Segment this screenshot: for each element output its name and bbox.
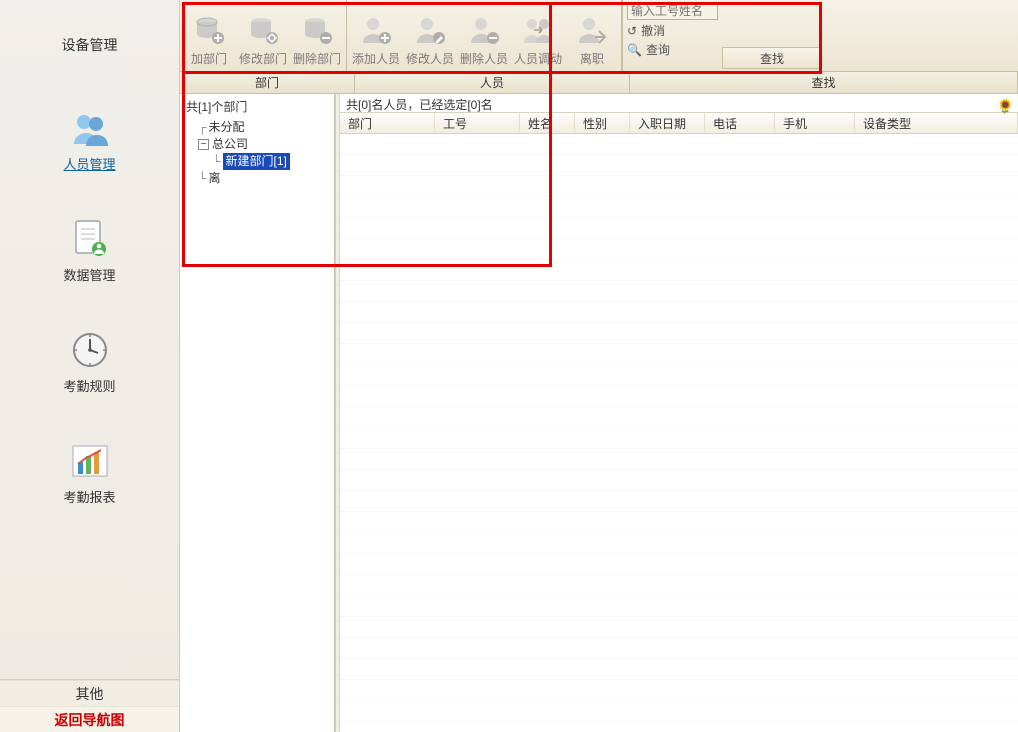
tree-node-leave[interactable]: └离	[184, 170, 330, 187]
add-dept-button[interactable]: 加部门	[182, 2, 236, 71]
query-link[interactable]: 🔍 查询	[627, 41, 718, 58]
sidebar: 设备管理 人员管理	[0, 0, 180, 732]
col-tel[interactable]: 电话	[705, 113, 775, 133]
tree-node-unassigned[interactable]: ┌未分配	[184, 119, 330, 136]
edit-person-button[interactable]: 修改人员	[403, 2, 457, 71]
del-person-button[interactable]: 删除人员	[457, 2, 511, 71]
del-dept-button[interactable]: 删除部门	[290, 2, 344, 71]
toolbar: 加部门 修改部门 删除部门	[180, 0, 1018, 72]
col-hire[interactable]: 入职日期	[630, 113, 705, 133]
tree-caption: 共[1]个部门	[180, 94, 334, 117]
col-empno[interactable]: 工号	[435, 113, 520, 133]
sidebar-header-label: 设备管理	[62, 35, 118, 55]
person-tool-group: 添加人员 修改人员 删除人员	[347, 0, 622, 71]
tree-collapse-icon[interactable]: −	[198, 139, 209, 150]
sidebar-footer: 其他 返回导航图	[0, 679, 179, 732]
list-caption: 共[0]名人员，已经选定[0]名	[340, 94, 1018, 112]
nav-list: 人员管理 数据管理	[0, 90, 179, 679]
person-leave-icon	[574, 12, 610, 48]
clock-icon	[70, 330, 110, 370]
nav-label: 数据管理	[63, 265, 115, 284]
add-person-button[interactable]: 添加人员	[349, 2, 403, 71]
person-add-icon	[358, 12, 394, 48]
tab-find[interactable]: 查找	[630, 72, 1018, 93]
col-mobile[interactable]: 手机	[775, 113, 855, 133]
magnifier-icon: 🔍	[627, 43, 642, 57]
chart-icon	[70, 441, 110, 481]
person-move-icon	[520, 12, 556, 48]
nav-item-data[interactable]: 数据管理	[0, 219, 179, 284]
nav-label: 考勤规则	[63, 376, 115, 395]
col-gender[interactable]: 性别	[575, 113, 630, 133]
cancel-link[interactable]: ↺ 撤消	[627, 22, 718, 39]
document-icon	[70, 219, 110, 259]
search-box: ↺ 撤消 🔍 查询	[622, 0, 722, 71]
sidebar-back-nav[interactable]: 返回导航图	[0, 706, 179, 732]
list-pane: 共[0]名人员，已经选定[0]名 部门 工号 姓名 性别 入职日期 电话 手机 …	[340, 94, 1018, 732]
tree-node-newdept[interactable]: └新建部门[1]	[184, 153, 330, 170]
dept-tool-group: 加部门 修改部门 删除部门	[180, 0, 347, 71]
col-dept[interactable]: 部门	[340, 113, 435, 133]
people-icon	[70, 108, 110, 148]
col-device[interactable]: 设备类型	[855, 113, 1018, 133]
undo-icon: ↺	[627, 24, 637, 38]
find-button[interactable]: 查找	[722, 47, 822, 69]
nav-label: 人员管理	[63, 154, 115, 173]
db-edit-icon	[245, 12, 281, 48]
nav-label: 考勤报表	[63, 487, 115, 506]
move-person-button[interactable]: 人员调动	[511, 2, 565, 71]
person-edit-icon	[412, 12, 448, 48]
tabs-row: 部门 人员 查找	[180, 72, 1018, 94]
sidebar-other[interactable]: 其他	[0, 680, 179, 706]
db-add-icon	[191, 12, 227, 48]
col-name[interactable]: 姓名	[520, 113, 575, 133]
nav-item-people[interactable]: 人员管理	[0, 108, 179, 173]
body-split: 共[1]个部门 ┌未分配 −总公司 └新建部门[1] └离 共[0]名人员，已经…	[180, 94, 1018, 732]
tab-person[interactable]: 人员	[355, 72, 630, 93]
tree-node-root[interactable]: −总公司	[184, 136, 330, 153]
tab-dept[interactable]: 部门	[180, 72, 355, 93]
nav-item-rules[interactable]: 考勤规则	[0, 330, 179, 395]
dept-tree[interactable]: ┌未分配 −总公司 └新建部门[1] └离	[180, 117, 334, 191]
search-input[interactable]	[627, 2, 718, 20]
flower-icon: 🌻	[997, 98, 1014, 115]
person-del-icon	[466, 12, 502, 48]
edit-dept-button[interactable]: 修改部门	[236, 2, 290, 71]
leave-person-button[interactable]: 离职	[565, 2, 619, 71]
sidebar-header: 设备管理	[0, 0, 179, 90]
nav-item-report[interactable]: 考勤报表	[0, 441, 179, 506]
grid-body[interactable]	[340, 134, 1018, 732]
db-del-icon	[299, 12, 335, 48]
grid-header: 部门 工号 姓名 性别 入职日期 电话 手机 设备类型	[340, 112, 1018, 134]
main: 加部门 修改部门 删除部门	[180, 0, 1018, 732]
tree-pane: 共[1]个部门 ┌未分配 −总公司 └新建部门[1] └离	[180, 94, 335, 732]
